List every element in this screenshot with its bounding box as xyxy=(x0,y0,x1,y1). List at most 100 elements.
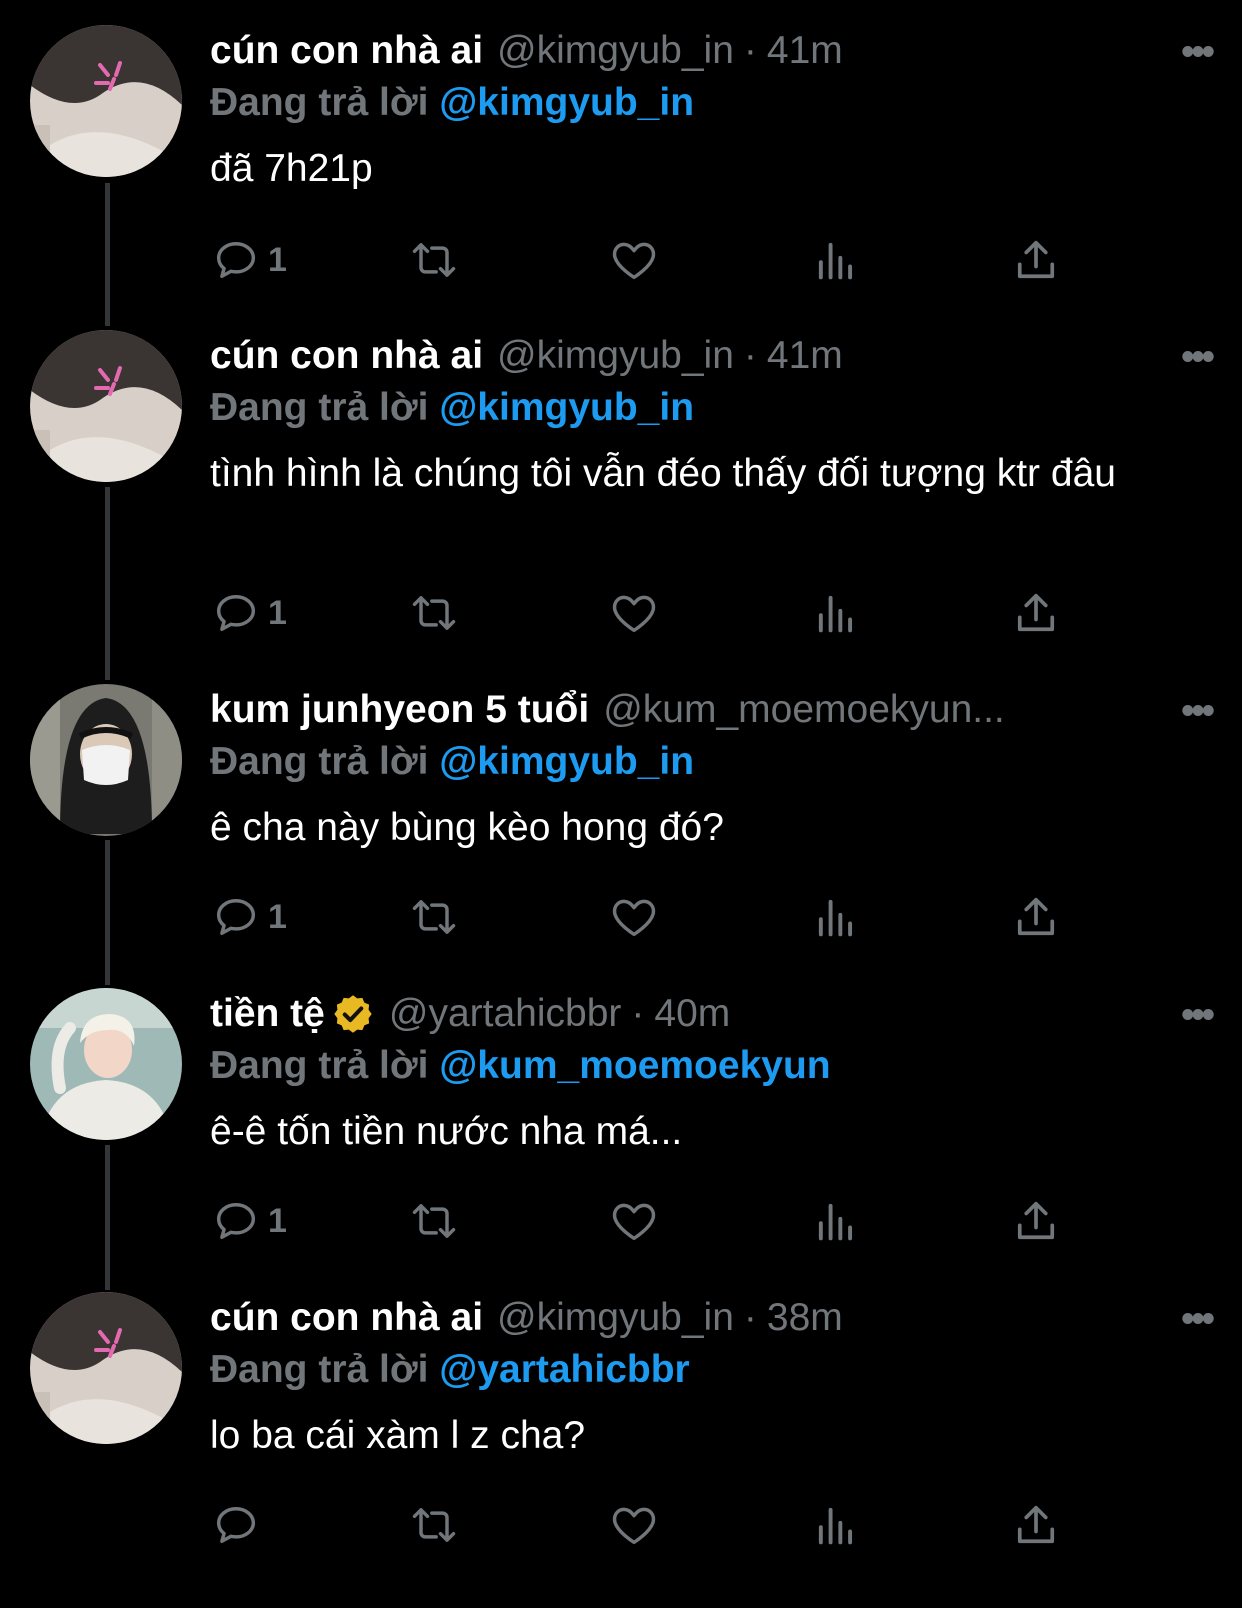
thread-line xyxy=(105,183,110,326)
more-icon[interactable]: ••• xyxy=(1181,994,1215,1037)
retweet-icon xyxy=(412,1204,456,1238)
more-icon[interactable]: ••• xyxy=(1181,336,1215,379)
separator-dot: · xyxy=(743,334,757,377)
views-button[interactable] xyxy=(810,1495,862,1555)
like-button[interactable] xyxy=(608,230,660,290)
reply-icon xyxy=(216,1203,256,1239)
avatar[interactable] xyxy=(30,1292,182,1444)
mention-link[interactable]: @kum_moemoekyun xyxy=(439,1044,830,1087)
reply-button[interactable]: 1 xyxy=(210,230,287,290)
like-button[interactable] xyxy=(608,1191,660,1251)
reply-prefix: Đang trả lời xyxy=(210,386,429,429)
mention-link[interactable]: @kimgyub_in xyxy=(439,740,694,783)
share-icon xyxy=(1017,1201,1055,1240)
views-button[interactable] xyxy=(810,230,862,290)
action-bar xyxy=(210,1495,1070,1555)
reply-context: Đang trả lời @kum_moemoekyun xyxy=(210,1040,1212,1092)
separator-dot: · xyxy=(743,1296,757,1339)
pink-hair-avatar xyxy=(30,330,182,482)
tweet-text: ê-ê tốn tiền nước nha má... xyxy=(210,1110,683,1153)
reply-icon xyxy=(216,899,256,935)
like-button[interactable] xyxy=(608,1495,660,1555)
retweet-button[interactable] xyxy=(408,230,460,290)
views-button[interactable] xyxy=(810,1191,862,1251)
like-icon xyxy=(612,595,656,633)
separator-dot: · xyxy=(631,992,645,1035)
action-bar: 1 xyxy=(210,887,1070,947)
like-icon xyxy=(612,242,656,280)
share-icon xyxy=(1017,593,1055,632)
author-name[interactable]: cún con nhà ai xyxy=(210,334,483,378)
retweet-icon xyxy=(412,900,456,934)
avatar[interactable] xyxy=(30,25,182,177)
mention-link[interactable]: @yartahicbbr xyxy=(439,1348,689,1391)
mention-link[interactable]: @kimgyub_in xyxy=(439,386,694,429)
author-name[interactable]: tiền tệ xyxy=(210,992,325,1036)
avatar[interactable] xyxy=(30,330,182,482)
reply-prefix: Đang trả lời xyxy=(210,740,429,783)
action-bar: 1 xyxy=(210,583,1070,643)
tweet-text: tình hình là chúng tôi vẫn đéo thấy đối … xyxy=(210,452,1116,495)
avatar[interactable] xyxy=(30,988,182,1140)
retweet-button[interactable] xyxy=(408,1495,460,1555)
share-icon xyxy=(1017,897,1055,936)
like-button[interactable] xyxy=(608,583,660,643)
share-icon xyxy=(1017,240,1055,279)
like-icon xyxy=(612,1507,656,1545)
like-icon xyxy=(612,899,656,937)
thread-line xyxy=(105,840,110,985)
views-icon xyxy=(818,595,853,633)
timestamp[interactable]: 41m xyxy=(767,29,843,73)
more-icon[interactable]: ••• xyxy=(1181,690,1215,733)
reply-context: Đang trả lời @kimgyub_in xyxy=(210,736,1212,788)
reply-button[interactable]: 1 xyxy=(210,887,287,947)
reply-count: 1 xyxy=(268,1201,287,1240)
reply-count: 1 xyxy=(268,593,287,632)
author-handle[interactable]: @kum_moemoekyun... xyxy=(603,688,1005,732)
timestamp[interactable]: 40m xyxy=(654,992,730,1036)
like-icon xyxy=(612,1203,656,1241)
author-handle[interactable]: @kimgyub_in xyxy=(497,29,734,73)
reply-prefix: Đang trả lời xyxy=(210,1044,429,1087)
reply-context: Đang trả lời @yartahicbbr xyxy=(210,1344,1212,1396)
timestamp[interactable]: 41m xyxy=(767,334,843,378)
author-name[interactable]: cún con nhà ai xyxy=(210,29,483,73)
views-icon xyxy=(818,242,853,280)
action-bar: 1 xyxy=(210,1191,1070,1251)
timestamp[interactable]: 38m xyxy=(767,1296,843,1340)
avatar[interactable] xyxy=(30,684,182,836)
share-button[interactable] xyxy=(1010,230,1062,290)
retweet-button[interactable] xyxy=(408,583,460,643)
views-button[interactable] xyxy=(810,583,862,643)
share-button[interactable] xyxy=(1010,1191,1062,1251)
masked-hood-avatar xyxy=(30,684,182,836)
like-button[interactable] xyxy=(608,887,660,947)
reply-button[interactable] xyxy=(210,1495,268,1555)
reply-context: Đang trả lời @kimgyub_in xyxy=(210,382,1212,434)
views-button[interactable] xyxy=(810,887,862,947)
retweet-icon xyxy=(412,1508,456,1542)
reply-icon xyxy=(216,242,256,278)
thread-line xyxy=(105,487,110,680)
author-name[interactable]: cún con nhà ai xyxy=(210,1296,483,1340)
reply-icon xyxy=(216,595,256,631)
verified-badge-icon xyxy=(334,995,372,1033)
retweet-button[interactable] xyxy=(408,887,460,947)
author-name[interactable]: kum junhyeon 5 tuổi xyxy=(210,688,589,732)
reply-prefix: Đang trả lời xyxy=(210,81,429,124)
more-icon[interactable]: ••• xyxy=(1181,1298,1215,1341)
views-icon xyxy=(818,1507,853,1545)
author-handle[interactable]: @yartahicbbr xyxy=(389,992,622,1036)
author-handle[interactable]: @kimgyub_in xyxy=(497,1296,734,1340)
share-button[interactable] xyxy=(1010,1495,1062,1555)
thread-line xyxy=(105,1145,110,1290)
reply-button[interactable]: 1 xyxy=(210,583,287,643)
views-icon xyxy=(818,899,853,937)
more-icon[interactable]: ••• xyxy=(1181,31,1215,74)
author-handle[interactable]: @kimgyub_in xyxy=(497,334,734,378)
retweet-button[interactable] xyxy=(408,1191,460,1251)
reply-button[interactable]: 1 xyxy=(210,1191,287,1251)
share-button[interactable] xyxy=(1010,583,1062,643)
share-button[interactable] xyxy=(1010,887,1062,947)
mention-link[interactable]: @kimgyub_in xyxy=(439,81,694,124)
